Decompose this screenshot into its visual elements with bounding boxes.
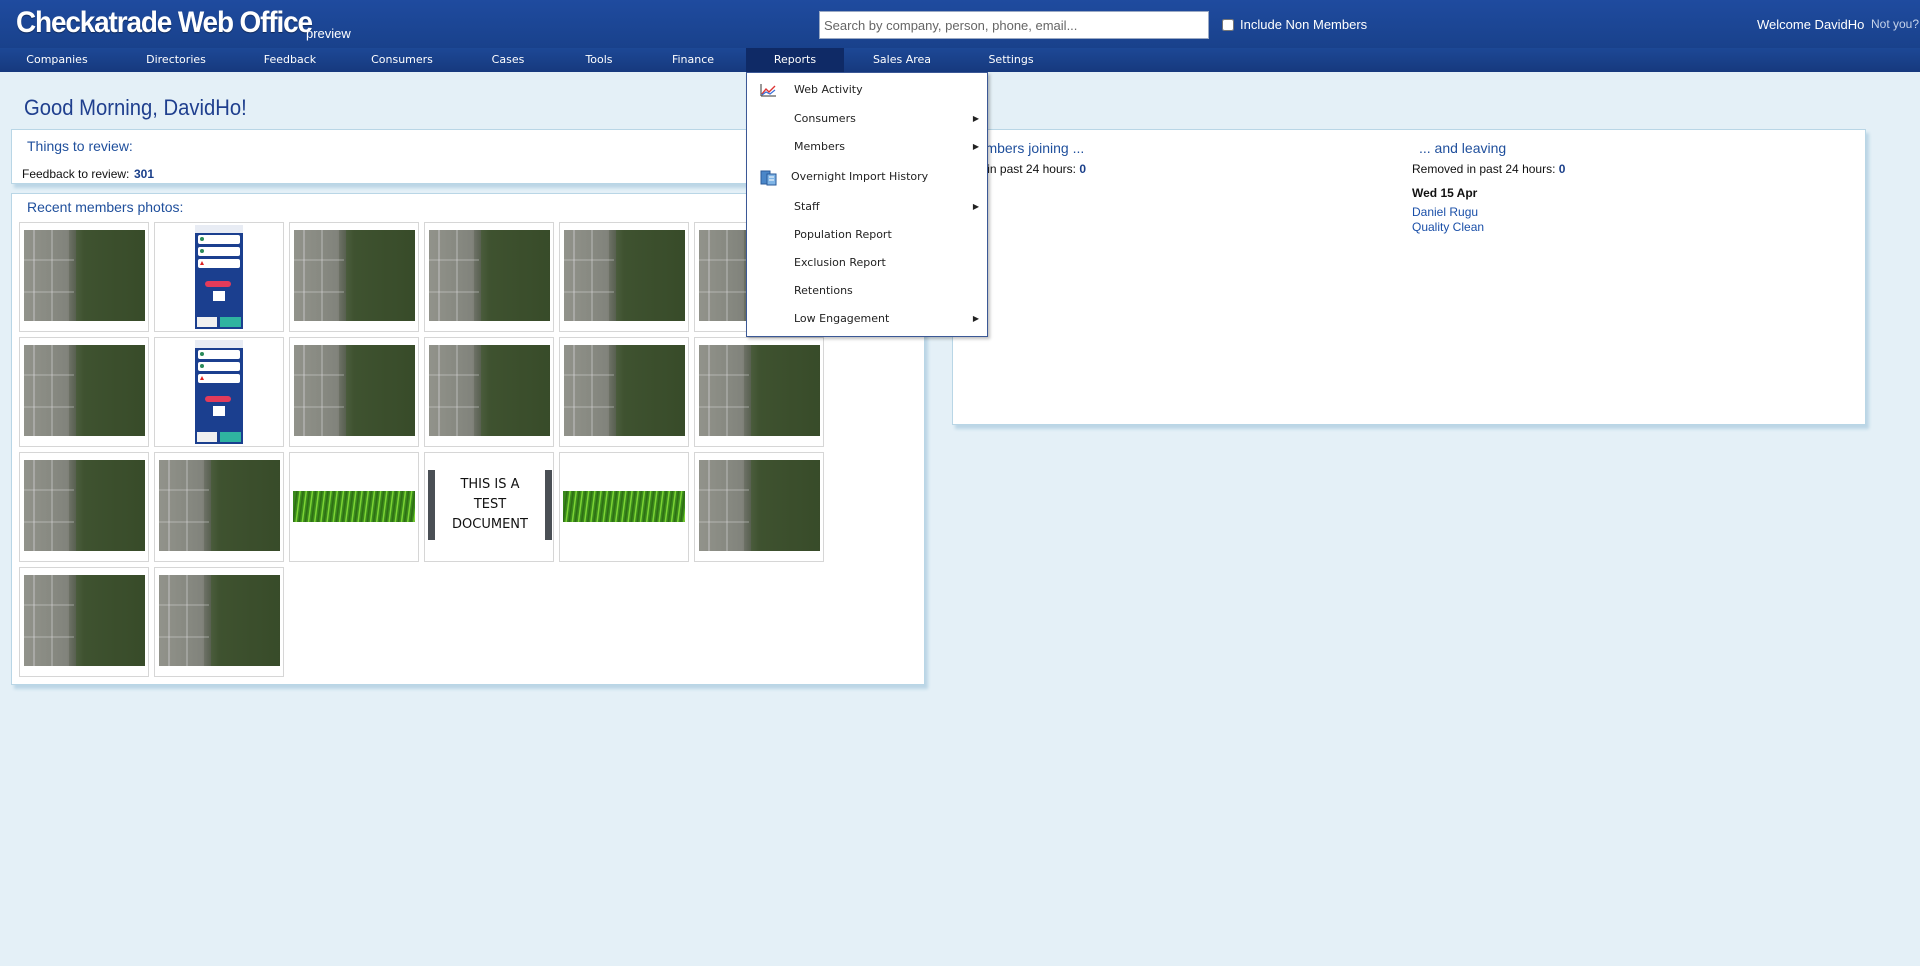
nav-reports[interactable]: Reports xyxy=(746,48,844,72)
member-photo-thumbnail[interactable] xyxy=(694,452,824,562)
nav-finance[interactable]: Finance xyxy=(663,48,723,72)
yard-photo[interactable] xyxy=(564,345,685,436)
submenu-arrow-icon: ▶ xyxy=(972,142,979,151)
member-photo-thumbnail[interactable] xyxy=(19,452,149,562)
test-document-photo[interactable]: THIS IS A TEST DOCUMENT xyxy=(428,469,552,541)
yard-photo[interactable] xyxy=(294,345,415,436)
nav-cases[interactable]: Cases xyxy=(478,48,538,72)
member-photo-thumbnail[interactable] xyxy=(424,222,554,332)
include-non-members-label[interactable]: Include Non Members xyxy=(1240,17,1367,32)
submenu-arrow-icon: ▶ xyxy=(972,314,979,323)
recent-photos-title: Recent members photos: xyxy=(27,199,184,215)
member-photo-thumbnail[interactable]: THIS IS A TEST DOCUMENT xyxy=(424,452,554,562)
yard-photo[interactable] xyxy=(159,460,280,551)
feedback-review-label: Feedback to review: xyxy=(22,167,130,181)
global-search-input[interactable] xyxy=(819,11,1209,39)
menu-item-overnight-import-history[interactable]: Overnight Import History xyxy=(747,165,987,189)
menu-label: Exclusion Report xyxy=(794,256,886,269)
yard-photo[interactable] xyxy=(564,230,685,321)
menu-item-staff[interactable]: Staff ▶ xyxy=(747,195,987,219)
menu-item-low-engagement[interactable]: Low Engagement ▶ xyxy=(747,307,987,331)
menu-label: Consumers xyxy=(794,112,856,125)
member-photo-thumbnail[interactable] xyxy=(559,337,689,447)
member-photo-thumbnail[interactable] xyxy=(559,452,689,562)
menu-item-web-activity[interactable]: Web Activity xyxy=(747,78,987,102)
menu-label: Population Report xyxy=(794,228,892,241)
nav-directories[interactable]: Directories xyxy=(134,48,218,72)
menu-label: Staff xyxy=(794,200,820,213)
member-photo-thumbnail[interactable] xyxy=(694,337,824,447)
document-bar xyxy=(428,470,435,540)
member-photo-thumbnail[interactable] xyxy=(19,222,149,332)
leaving-date-heading: Wed 15 Apr xyxy=(1412,186,1478,200)
members-joining-leaving-panel: Members joining ... Added in past 24 hou… xyxy=(952,129,1866,425)
menu-label: Retentions xyxy=(794,284,853,297)
member-photo-thumbnail[interactable] xyxy=(154,567,284,677)
document-text: THIS IS A TEST DOCUMENT xyxy=(452,477,528,532)
grass-photo[interactable] xyxy=(293,491,415,522)
not-you-link[interactable]: Not you? xyxy=(1871,17,1919,31)
nav-companies[interactable]: Companies xyxy=(15,48,99,72)
member-photo-thumbnail[interactable] xyxy=(154,222,284,332)
removed-24h-stat: Removed in past 24 hours: 0 xyxy=(1412,162,1566,176)
review-panel-title: Things to review: xyxy=(27,138,133,154)
member-photo-thumbnail[interactable] xyxy=(19,567,149,677)
member-photo-thumbnail[interactable] xyxy=(154,452,284,562)
reports-dropdown-menu: Web Activity Consumers ▶ Members ▶ Overn… xyxy=(746,72,988,337)
document-bar xyxy=(545,470,552,540)
menu-label: Members xyxy=(794,140,845,153)
yard-photo[interactable] xyxy=(294,230,415,321)
member-photo-thumbnail[interactable] xyxy=(289,452,419,562)
main-nav: Companies Directories Feedback Consumers… xyxy=(0,48,1920,72)
member-photo-thumbnail[interactable] xyxy=(424,337,554,447)
leaving-member-link[interactable]: Daniel Rugu xyxy=(1412,205,1478,219)
chart-icon xyxy=(760,84,776,97)
nav-feedback[interactable]: Feedback xyxy=(250,48,330,72)
yard-photo[interactable] xyxy=(24,575,145,666)
phone-screenshot-photo[interactable] xyxy=(195,225,243,329)
yard-photo[interactable] xyxy=(159,575,280,666)
submenu-arrow-icon: ▶ xyxy=(972,202,979,211)
nav-consumers[interactable]: Consumers xyxy=(362,48,442,72)
yard-photo[interactable] xyxy=(24,345,145,436)
yard-photo[interactable] xyxy=(24,230,145,321)
environment-tag: preview xyxy=(306,26,351,41)
welcome-text: Welcome DavidHo xyxy=(1757,17,1865,32)
include-non-members-checkbox[interactable] xyxy=(1222,19,1234,31)
member-photo-thumbnail[interactable] xyxy=(289,222,419,332)
nav-tools[interactable]: Tools xyxy=(569,48,629,72)
menu-label: Web Activity xyxy=(794,83,863,96)
grass-photo[interactable] xyxy=(563,491,685,522)
app-title[interactable]: Checkatrade Web Office xyxy=(16,6,313,40)
yard-photo[interactable] xyxy=(699,345,820,436)
submenu-arrow-icon: ▶ xyxy=(972,114,979,123)
member-photo-thumbnail[interactable] xyxy=(154,337,284,447)
menu-label: Overnight Import History xyxy=(791,170,929,183)
menu-label: Low Engagement xyxy=(794,312,890,325)
menu-item-retentions[interactable]: Retentions xyxy=(747,279,987,303)
nav-sales-area[interactable]: Sales Area xyxy=(866,48,938,72)
menu-item-members[interactable]: Members ▶ xyxy=(747,135,987,159)
yard-photo[interactable] xyxy=(429,345,550,436)
member-photo-thumbnail[interactable] xyxy=(19,337,149,447)
phone-screenshot-photo[interactable] xyxy=(195,340,243,444)
members-leaving-title: ... and leaving xyxy=(1419,140,1507,156)
feedback-review-count[interactable]: 301 xyxy=(134,167,154,181)
member-photo-thumbnail[interactable] xyxy=(559,222,689,332)
menu-item-exclusion-report[interactable]: Exclusion Report xyxy=(747,251,987,275)
menu-item-population-report[interactable]: Population Report xyxy=(747,223,987,247)
yard-photo[interactable] xyxy=(699,460,820,551)
yard-photo[interactable] xyxy=(24,460,145,551)
menu-item-consumers[interactable]: Consumers ▶ xyxy=(747,107,987,131)
page-greeting: Good Morning, DavidHo! xyxy=(24,95,247,120)
member-photo-thumbnail[interactable] xyxy=(289,337,419,447)
leaving-member-link[interactable]: Quality Clean xyxy=(1412,220,1484,234)
nav-settings[interactable]: Settings xyxy=(978,48,1044,72)
yard-photo[interactable] xyxy=(429,230,550,321)
database-icon xyxy=(760,170,777,186)
